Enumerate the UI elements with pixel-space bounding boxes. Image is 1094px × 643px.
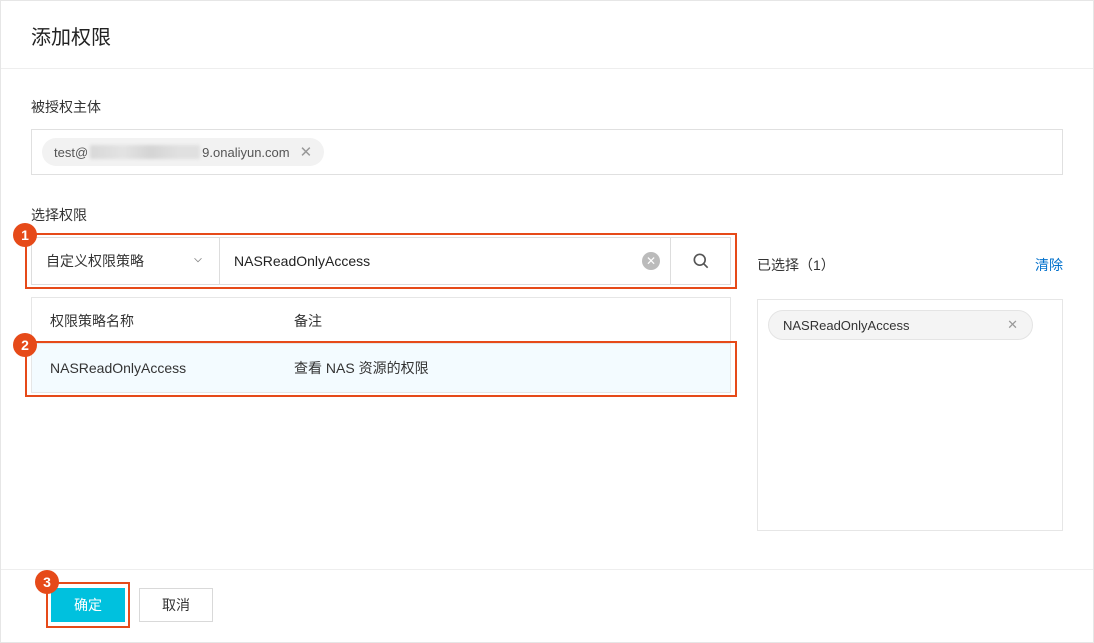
principal-label: 被授权主体: [31, 97, 1063, 117]
selected-count: 已选择（1）: [757, 255, 835, 275]
dropdown-value: 自定义权限策略: [46, 251, 144, 271]
table-row[interactable]: NASReadOnlyAccess 查看 NAS 资源的权限: [32, 344, 730, 392]
search-input[interactable]: [234, 253, 656, 269]
dialog: 添加权限 被授权主体 test@ 9.onaliyun.com ✕ 选择权限 1…: [0, 0, 1094, 643]
col-note: 备注: [288, 311, 730, 331]
principal-chip-prefix: test@: [54, 145, 88, 160]
search-icon: [691, 251, 711, 271]
principal-input[interactable]: test@ 9.onaliyun.com ✕: [31, 129, 1063, 175]
policy-table: 权限策略名称 备注 2 NASReadOnlyAccess 查看 NAS 资源的…: [31, 297, 731, 393]
selected-list: NASReadOnlyAccess ✕: [757, 299, 1063, 531]
ok-button[interactable]: 确定: [51, 588, 125, 622]
dialog-title: 添加权限: [1, 1, 1093, 69]
clear-search-icon[interactable]: ✕: [642, 252, 660, 270]
remove-principal-icon[interactable]: ✕: [300, 143, 313, 161]
principal-chip[interactable]: test@ 9.onaliyun.com ✕: [42, 138, 324, 166]
col-policy-name: 权限策略名称: [32, 311, 288, 331]
search-button[interactable]: [670, 238, 730, 284]
policy-type-dropdown[interactable]: 自定义权限策略: [32, 238, 220, 284]
principal-chip-masked: [90, 145, 200, 159]
selected-chip[interactable]: NASReadOnlyAccess ✕: [768, 310, 1033, 340]
remove-selected-icon[interactable]: ✕: [1007, 317, 1018, 333]
dialog-footer: 3 确定 取消: [1, 569, 1093, 642]
row-policy-name: NASReadOnlyAccess: [32, 360, 288, 376]
chevron-down-icon: [191, 253, 205, 270]
clear-selected-link[interactable]: 清除: [1035, 255, 1063, 275]
search-row: 自定义权限策略 ✕: [31, 237, 731, 285]
principal-chip-suffix: 9.onaliyun.com: [202, 145, 289, 160]
right-column: 已选择（1） 清除 NASReadOnlyAccess ✕: [757, 237, 1063, 531]
table-header: 权限策略名称 备注: [32, 298, 730, 344]
left-column: 1 自定义权限策略 ✕: [31, 237, 731, 531]
cancel-button[interactable]: 取消: [139, 588, 213, 622]
row-note: 查看 NAS 资源的权限: [288, 358, 730, 378]
permission-label: 选择权限: [31, 205, 1063, 225]
selected-chip-label: NASReadOnlyAccess: [783, 318, 909, 333]
